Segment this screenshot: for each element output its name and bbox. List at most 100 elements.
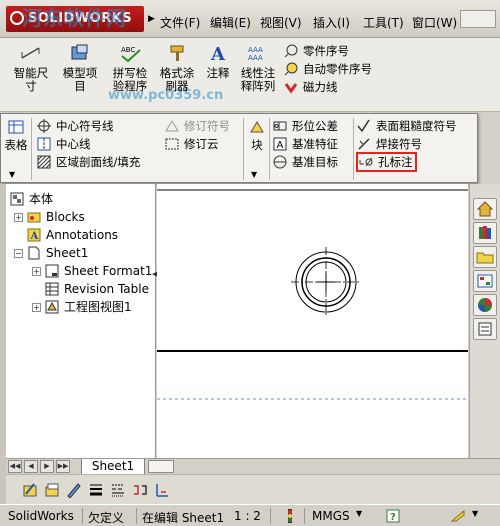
- svg-text:A: A: [30, 231, 39, 242]
- line-thickness-icon[interactable]: [88, 482, 104, 498]
- datum-feature-button[interactable]: A 基准特征: [273, 135, 338, 153]
- datum-feature-label: 基准特征: [292, 137, 338, 151]
- spell-check-button[interactable]: ABC 拼写检 验程序: [108, 44, 152, 93]
- view-palette-icon[interactable]: [473, 270, 497, 292]
- tree-item-blocks[interactable]: + Blocks: [14, 208, 85, 226]
- table-dropdown-icon[interactable]: ▼: [9, 170, 15, 179]
- format-painter-button[interactable]: 格式涂 刷器: [156, 44, 198, 93]
- quick-tips-icon[interactable]: [450, 509, 466, 523]
- rebuild-status-icon[interactable]: [285, 509, 295, 523]
- expand-icon[interactable]: +: [32, 303, 41, 312]
- table-button[interactable]: 表格: [3, 120, 29, 152]
- center-mark-icon: [37, 119, 51, 133]
- datum-target-label: 基准目标: [292, 155, 338, 169]
- area-hatch-label: 区域剖面线/填充: [56, 155, 141, 169]
- smart-dimension-button[interactable]: 智能尺 寸: [12, 44, 50, 93]
- linear-note-pattern-button[interactable]: AAA AAA 线性注 释阵列: [238, 44, 278, 93]
- datum-target-icon: [273, 155, 287, 169]
- collapse-icon[interactable]: −: [14, 249, 23, 258]
- centerline-icon: [37, 137, 51, 151]
- menu-edit[interactable]: 编辑(E): [210, 14, 251, 31]
- drawing-graphics-area[interactable]: [157, 184, 468, 458]
- color-pencil-icon[interactable]: [66, 482, 82, 498]
- command-manager: www.pc0359.cn 智能尺 寸 模型项 目 ABC 拼写检 验程序 格式…: [0, 38, 500, 112]
- revision-cloud-button[interactable]: 修订云: [165, 135, 230, 153]
- smart-dimension-icon: [21, 47, 40, 59]
- expand-icon[interactable]: +: [14, 213, 23, 222]
- status-app-name: SolidWorks: [8, 509, 74, 523]
- block-button[interactable]: 块: [247, 120, 267, 152]
- datum-target-button[interactable]: 基准目标: [273, 153, 338, 171]
- color-display-mode-icon[interactable]: [154, 482, 170, 498]
- note-button[interactable]: A 注释: [202, 44, 234, 80]
- folder-glyph: [476, 252, 494, 264]
- menu-tools[interactable]: 工具(T): [363, 14, 404, 31]
- layer-pencil-icon[interactable]: [22, 482, 38, 498]
- surface-finish-button[interactable]: 表面粗糙度符号: [357, 117, 457, 135]
- balloon-button[interactable]: 零件序号: [284, 42, 474, 60]
- magnetic-line-button[interactable]: 磁力线: [284, 78, 474, 96]
- appearances-icon[interactable]: [473, 294, 497, 316]
- centerline-button[interactable]: 中心线: [37, 135, 140, 153]
- revision-list: 修订符号 修订云: [165, 117, 230, 153]
- area-hatch-button[interactable]: 区域剖面线/填充: [37, 153, 140, 171]
- home-icon[interactable]: [473, 198, 497, 220]
- next-sheet-icon[interactable]: ▶: [40, 460, 54, 473]
- line-style-icon[interactable]: [110, 482, 126, 498]
- logo-dropdown-icon[interactable]: ▶: [148, 14, 155, 24]
- linear-note-pattern-label-2: 释阵列: [240, 79, 276, 93]
- auto-balloon-label: 自动零件序号: [303, 62, 372, 76]
- tree-root[interactable]: 本体: [10, 190, 53, 208]
- block-dropdown-icon[interactable]: ▼: [251, 170, 257, 179]
- format-painter-label-2: 刷器: [165, 79, 189, 93]
- tree-root-label: 本体: [29, 192, 54, 206]
- menu-pin-button[interactable]: [460, 10, 496, 28]
- hide-show-edges-icon[interactable]: [132, 482, 148, 498]
- units-dropdown-icon[interactable]: ▼: [356, 509, 362, 518]
- tree-item-annotations-label: Annotations: [46, 228, 119, 242]
- palette-glyph: [477, 274, 493, 288]
- hole-callout-icon: [359, 157, 373, 167]
- status-units[interactable]: MMGS: [312, 509, 350, 523]
- layer-icon[interactable]: [44, 482, 60, 498]
- tree-item-drawing-view1[interactable]: + 工程图视图1: [32, 298, 132, 316]
- svg-text:AAA: AAA: [248, 46, 263, 54]
- menu-file[interactable]: 文件(F): [160, 14, 200, 31]
- add-sheet-icon[interactable]: [148, 460, 174, 473]
- tree-item-annotations[interactable]: A Annotations: [27, 226, 118, 244]
- tree-item-sheet1[interactable]: − Sheet1: [14, 244, 88, 262]
- expand-icon[interactable]: +: [32, 267, 41, 276]
- menu-insert[interactable]: 插入(I): [313, 14, 350, 31]
- linear-note-pattern-icon: AAAAAA: [248, 46, 263, 62]
- centerline-label: 中心线: [56, 137, 91, 151]
- drawing-document-icon: [10, 192, 24, 206]
- properties-glyph: [478, 322, 492, 336]
- annotation-flyout-panel: 表格 ▼ 中心符号线 中心线 区域剖面线/填充 修订符号 修订云 块 ▼ 形位公…: [0, 113, 478, 183]
- first-sheet-icon[interactable]: ◀◀: [8, 460, 22, 473]
- sheet1-tab[interactable]: Sheet1: [81, 459, 145, 475]
- quick-tips-dropdown-icon[interactable]: ▼: [472, 509, 478, 518]
- menu-window[interactable]: 窗口(W): [412, 14, 457, 31]
- tree-item-revision-table[interactable]: Revision Table: [45, 280, 149, 298]
- prev-sheet-icon[interactable]: ◀: [24, 460, 38, 473]
- model-items-button[interactable]: 模型项 目: [60, 44, 100, 93]
- file-explorer-icon[interactable]: [473, 246, 497, 268]
- design-library-icon[interactable]: [473, 222, 497, 244]
- last-sheet-icon[interactable]: ▶▶: [56, 460, 70, 473]
- geometric-tolerance-button[interactable]: 形位公差: [273, 117, 338, 135]
- center-mark-button[interactable]: 中心符号线: [37, 117, 140, 135]
- auto-balloon-button[interactable]: 自动零件序号: [284, 60, 474, 78]
- weld-symbol-button[interactable]: 焊接符号: [357, 135, 457, 153]
- status-scale: 1 : 2: [234, 509, 261, 523]
- hole-callout-button[interactable]: 孔标注: [356, 152, 417, 172]
- revision-symbol-button[interactable]: 修订符号: [165, 117, 230, 135]
- block-icon: [250, 121, 264, 133]
- bottom-toolbar: [6, 474, 500, 504]
- format-painter-icon: [170, 45, 184, 61]
- feature-manager-tree: 本体 + Blocks A Annotations − Sheet1 + Sheet F…: [6, 184, 157, 458]
- revision-table-icon: [45, 282, 59, 296]
- custom-properties-icon[interactable]: [473, 318, 497, 340]
- help-icon[interactable]: ?: [386, 509, 400, 523]
- menu-view[interactable]: 视图(V): [260, 14, 302, 31]
- tree-item-sheet-format1[interactable]: + Sheet Format1: [32, 262, 152, 280]
